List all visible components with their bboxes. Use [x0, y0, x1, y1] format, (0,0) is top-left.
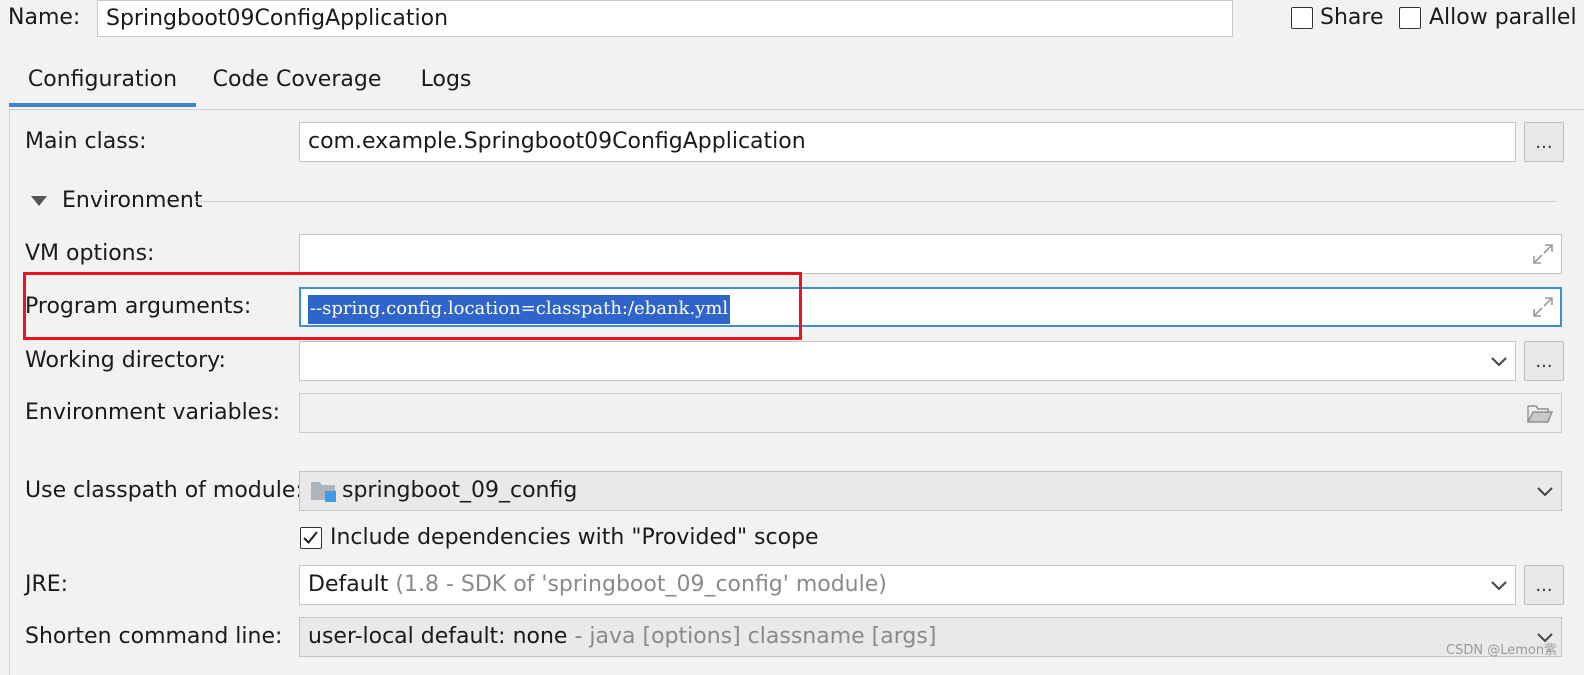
shorten-command-line-combo[interactable]: user-local default: none - java [options… [299, 617, 1562, 657]
tab-logs-label: Logs [420, 67, 472, 92]
allow-parallel-checkbox[interactable] [1399, 7, 1421, 29]
tab-bar: Configuration Code Coverage Logs [0, 55, 1584, 111]
watermark: CSDN @Lemon紫 [1446, 643, 1558, 658]
jre-browse-button[interactable]: ... [1524, 565, 1564, 605]
module-folder-icon [311, 482, 336, 502]
collapse-triangle-icon[interactable] [30, 194, 48, 208]
tab-code-coverage-label: Code Coverage [212, 67, 382, 92]
main-class-input[interactable]: com.example.Springboot09ConfigApplicatio… [299, 122, 1516, 162]
tab-code-coverage[interactable]: Code Coverage [204, 55, 390, 107]
jre-combo[interactable]: Default (1.8 - SDK of 'springboot_09_con… [299, 565, 1516, 605]
jre-value: Default [308, 572, 389, 597]
tab-logs[interactable]: Logs [405, 55, 487, 107]
vm-options-input[interactable] [299, 234, 1562, 274]
tab-active-indicator [9, 103, 196, 107]
vm-options-expand-icon[interactable] [1532, 243, 1554, 265]
vm-options-label: VM options: [25, 241, 155, 266]
share-label[interactable]: Share [1320, 3, 1384, 33]
working-directory-browse-label: ... [1535, 351, 1553, 372]
main-class-value: com.example.Springboot09ConfigApplicatio… [308, 129, 806, 154]
working-directory-browse-button[interactable]: ... [1524, 341, 1564, 381]
classpath-module-chevron-down-icon[interactable] [1535, 481, 1555, 501]
name-input[interactable]: Springboot09ConfigApplication [97, 0, 1233, 37]
working-directory-chevron-down-icon[interactable] [1489, 351, 1509, 371]
name-input-value: Springboot09ConfigApplication [106, 6, 449, 31]
classpath-module-value: springboot_09_config [342, 478, 578, 503]
working-directory-input[interactable] [299, 341, 1516, 381]
tab-configuration-label: Configuration [27, 67, 178, 92]
highlight-annotation-box [23, 272, 802, 340]
main-class-browse-button[interactable]: ... [1524, 122, 1564, 162]
allow-parallel-label[interactable]: Allow parallel [1429, 3, 1577, 33]
classpath-module-label: Use classpath of module: [25, 478, 303, 503]
folder-open-icon[interactable] [1526, 402, 1554, 424]
checkmark-icon [303, 531, 318, 544]
tab-configuration[interactable]: Configuration [9, 55, 196, 107]
main-class-label: Main class: [25, 129, 147, 154]
classpath-module-combo[interactable]: springboot_09_config [299, 471, 1562, 511]
program-arguments-expand-icon[interactable] [1532, 296, 1554, 318]
jre-label: JRE: [25, 572, 69, 597]
working-directory-label: Working directory: [25, 348, 226, 373]
shorten-command-line-hint: - java [options] classname [args] [574, 624, 937, 649]
shorten-command-line-label: Shorten command line: [25, 624, 283, 649]
shorten-command-line-value: user-local default: none [308, 624, 568, 649]
name-label: Name: [8, 5, 81, 30]
jre-hint: (1.8 - SDK of 'springboot_09_config' mod… [395, 572, 887, 597]
include-provided-label[interactable]: Include dependencies with "Provided" sco… [330, 523, 819, 553]
environment-section-title[interactable]: Environment [62, 186, 202, 216]
share-checkbox[interactable] [1291, 7, 1313, 29]
environment-variables-label: Environment variables: [25, 400, 281, 425]
jre-browse-label: ... [1535, 575, 1553, 596]
environment-separator [195, 201, 1557, 202]
include-provided-checkbox[interactable] [300, 527, 322, 549]
jre-chevron-down-icon[interactable] [1489, 575, 1509, 595]
environment-variables-input[interactable] [299, 393, 1562, 433]
main-class-browse-label: ... [1535, 132, 1553, 153]
